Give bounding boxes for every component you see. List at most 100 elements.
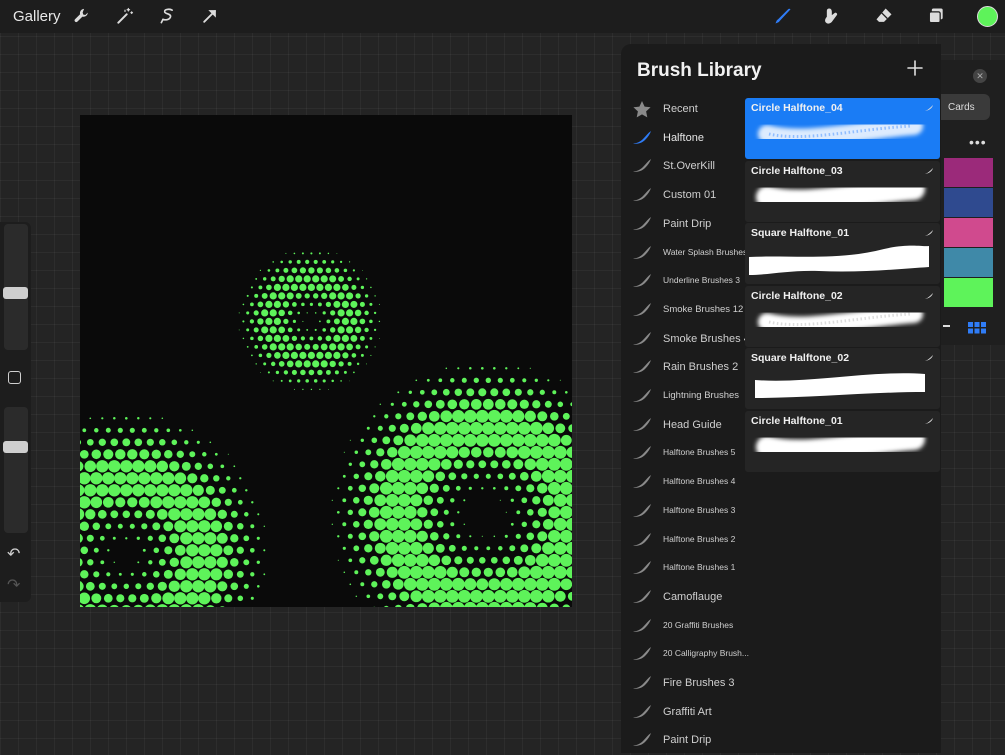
brush-set-label: Smoke Brushes 4	[663, 333, 750, 345]
brush-set-item[interactable]: Paint Drip	[621, 211, 745, 239]
brush-stroke-icon	[631, 214, 653, 234]
brush-set-item[interactable]: Smoke Brushes 4	[621, 326, 745, 354]
brush-set-label: Halftone	[663, 132, 704, 144]
brush-set-item[interactable]: St.OverKill	[621, 153, 745, 181]
close-icon[interactable]: ✕	[973, 69, 987, 83]
brush-library-title: Brush Library	[637, 60, 762, 82]
brush-set-label: St.OverKill	[663, 160, 715, 172]
brush-stroke-icon	[631, 501, 653, 521]
brush-size-slider[interactable]	[4, 224, 28, 350]
brush-stroke-icon	[631, 472, 653, 492]
arrow-icon[interactable]	[198, 4, 222, 28]
brush-set-item[interactable]: Water Splash Brushes	[621, 240, 745, 268]
brush-set-item[interactable]: Recent	[621, 96, 745, 124]
brush-set-item[interactable]: Lightning Brushes	[621, 383, 745, 411]
layers-icon[interactable]	[924, 4, 948, 28]
color-swatch[interactable]	[944, 248, 993, 277]
brush-set-item[interactable]: Rain Brushes 2	[621, 354, 745, 382]
brush-set-item[interactable]: Halftone Brushes 1	[621, 555, 745, 583]
brush-set-item[interactable]: Halftone	[621, 125, 745, 153]
brush-set-item[interactable]: 20 Graffiti Brushes	[621, 613, 745, 641]
palette-list-icon[interactable]	[943, 325, 950, 327]
brush-set-item[interactable]: Camoflauge	[621, 584, 745, 612]
add-brush-icon[interactable]	[905, 58, 925, 78]
color-swatch[interactable]	[944, 188, 993, 217]
opacity-knob[interactable]	[3, 441, 28, 453]
brush-card[interactable]: Circle Halftone_02	[745, 286, 940, 347]
brush-stroke-icon	[631, 673, 653, 693]
color-swatch[interactable]	[944, 158, 993, 187]
brush-stroke-icon	[631, 329, 653, 349]
brush-set-item[interactable]: Fire Brushes 3	[621, 670, 745, 698]
brush-set-item[interactable]: Smoke Brushes 12	[621, 297, 745, 325]
brush-set-label: Halftone Brushes 4	[663, 476, 735, 486]
color-swatch[interactable]	[944, 218, 993, 247]
brush-set-item[interactable]: Paint Drip	[621, 727, 745, 755]
brush-set-item[interactable]: Custom 01	[621, 182, 745, 210]
cards-tab[interactable]: Cards	[940, 94, 990, 120]
brush-badge-icon	[924, 229, 934, 237]
brush-set-label: Halftone Brushes 1	[663, 562, 735, 572]
brush-card[interactable]: Circle Halftone_04	[745, 98, 940, 159]
brush-badge-icon	[924, 417, 934, 425]
redo-icon[interactable]: ↷	[7, 575, 20, 595]
brush-size-knob[interactable]	[3, 287, 28, 299]
drawing-canvas[interactable]	[80, 115, 572, 607]
brush-set-label: Halftone Brushes 3	[663, 505, 735, 515]
brush-stroke-icon	[631, 128, 653, 148]
brush-set-label: Fire Brushes 3	[663, 677, 735, 689]
brush-set-label: Water Splash Brushes	[663, 247, 747, 257]
modify-button[interactable]	[8, 371, 21, 384]
brush-stroke-icon	[631, 415, 653, 435]
star-icon	[631, 99, 653, 119]
brush-set-item[interactable]: 20 Calligraphy Brush...	[621, 641, 745, 669]
color-swatch[interactable]	[944, 278, 993, 307]
gallery-button[interactable]: Gallery	[13, 8, 61, 25]
palette-grid-icon[interactable]	[968, 322, 986, 334]
brush-set-item[interactable]: Halftone Brushes 4	[621, 469, 745, 497]
brush-stroke-icon	[631, 156, 653, 176]
brush-stroke-preview	[749, 362, 935, 406]
brush-list: Circle Halftone_04Circle Halftone_03Squa…	[745, 98, 941, 470]
brush-icon[interactable]	[771, 4, 795, 28]
smudge-icon[interactable]	[819, 4, 843, 28]
brush-card[interactable]: Square Halftone_02	[745, 348, 940, 409]
brush-set-item[interactable]: Halftone Brushes 5	[621, 440, 745, 468]
brush-stroke-icon	[631, 357, 653, 377]
brush-set-label: Custom 01	[663, 189, 716, 201]
brush-stroke-preview	[749, 237, 935, 281]
brush-set-item[interactable]: Graffiti Art	[621, 699, 745, 727]
eraser-icon[interactable]	[872, 4, 896, 28]
brush-stroke-icon	[631, 271, 653, 291]
brush-badge-icon	[924, 167, 934, 175]
brush-set-item[interactable]: Halftone Brushes 2	[621, 527, 745, 555]
brush-badge-icon	[924, 292, 934, 300]
brush-set-label: Halftone Brushes 2	[663, 534, 735, 544]
wrench-icon[interactable]	[70, 4, 94, 28]
brush-stroke-preview	[749, 175, 935, 219]
brush-set-label: Rain Brushes 2	[663, 361, 738, 373]
more-options-icon[interactable]: •••	[969, 134, 987, 150]
brush-stroke-icon	[631, 443, 653, 463]
top-toolbar: Gallery	[0, 0, 1005, 33]
selection-icon[interactable]	[156, 4, 180, 28]
brush-card[interactable]: Circle Halftone_01	[745, 411, 940, 472]
brush-set-item[interactable]: Underline Brushes 3	[621, 268, 745, 296]
brush-set-label: Head Guide	[663, 419, 722, 431]
brush-card[interactable]: Circle Halftone_03	[745, 161, 940, 222]
brush-stroke-icon	[631, 587, 653, 607]
opacity-slider[interactable]	[4, 407, 28, 533]
brush-set-item[interactable]: Head Guide	[621, 412, 745, 440]
brush-set-label: Graffiti Art	[663, 706, 712, 718]
brush-card[interactable]: Square Halftone_01	[745, 223, 940, 284]
brush-stroke-icon	[631, 558, 653, 578]
brush-set-item[interactable]: Halftone Brushes 3	[621, 498, 745, 526]
magic-wand-icon[interactable]	[113, 4, 137, 28]
brush-set-label: 20 Calligraphy Brush...	[663, 648, 749, 658]
brush-stroke-icon	[631, 386, 653, 406]
undo-icon[interactable]: ↶	[7, 544, 20, 564]
brush-set-label: Lightning Brushes	[663, 390, 739, 401]
brush-stroke-preview	[749, 300, 935, 344]
current-color-swatch[interactable]	[977, 6, 998, 27]
halftone-artwork	[80, 115, 572, 607]
